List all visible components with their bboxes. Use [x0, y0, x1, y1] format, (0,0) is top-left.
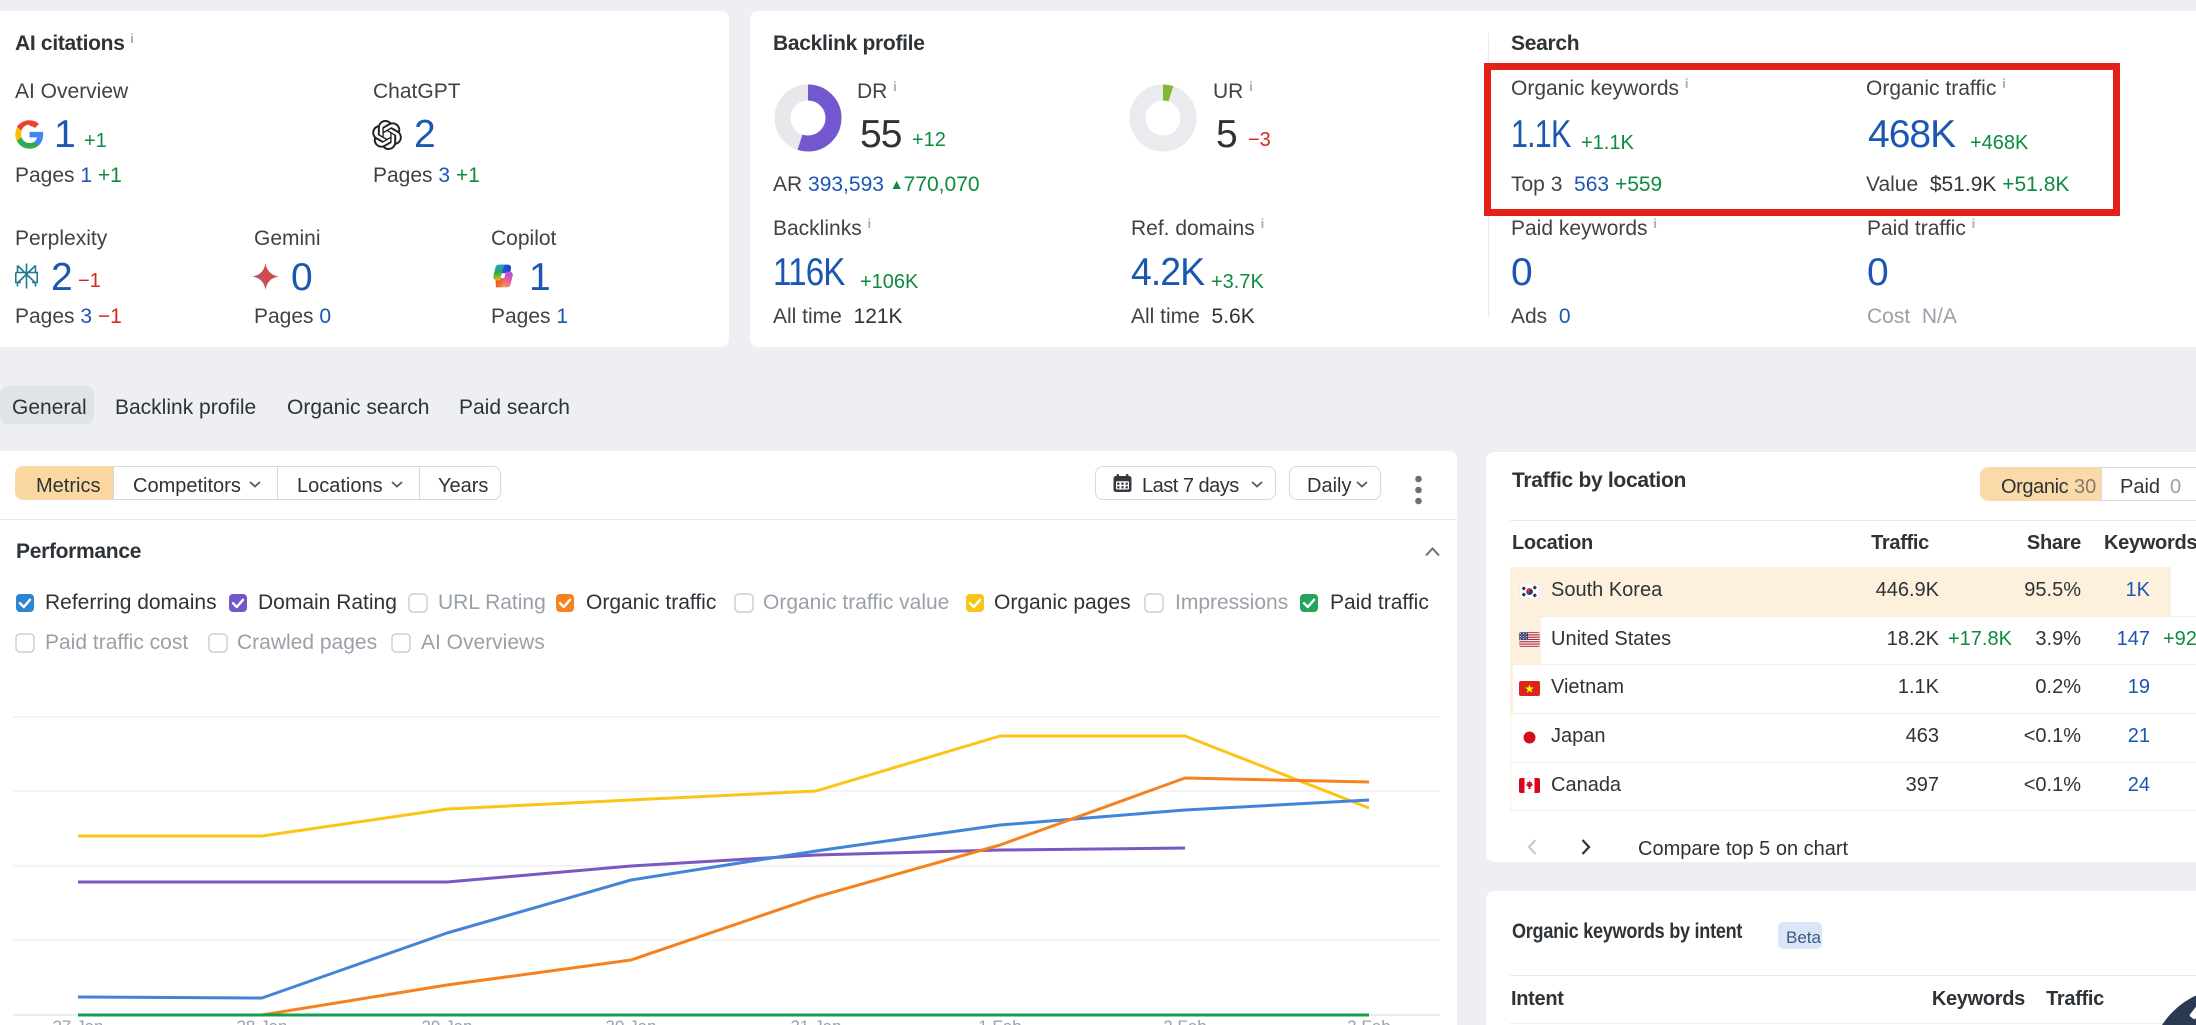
- svg-text:1 Feb: 1 Feb: [978, 1017, 1021, 1025]
- svg-text:31 Jan: 31 Jan: [790, 1017, 841, 1025]
- svg-text:28 Jan: 28 Jan: [236, 1017, 287, 1025]
- svg-text:29 Jan: 29 Jan: [421, 1017, 472, 1025]
- svg-text:27 Jan: 27 Jan: [52, 1017, 103, 1025]
- svg-text:30 Jan: 30 Jan: [605, 1017, 656, 1025]
- svg-text:2 Feb: 2 Feb: [1163, 1017, 1206, 1025]
- svg-text:3 Feb: 3 Feb: [1347, 1017, 1390, 1025]
